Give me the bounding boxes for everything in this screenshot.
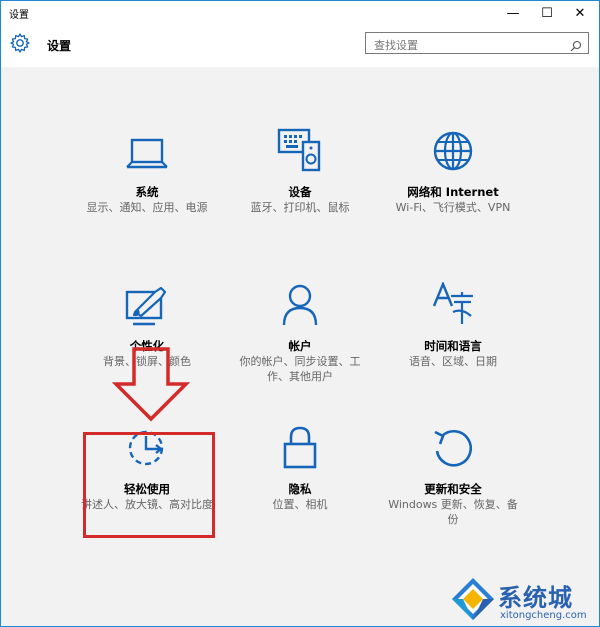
watermark-brand: 系统城 — [498, 584, 573, 612]
tile-desc: 你的帐户、同步设置、工作、其他用户 — [239, 355, 361, 383]
search-placeholder: 查找设置 — [374, 39, 418, 52]
down-arrow-annotation — [111, 346, 191, 426]
personalization-icon — [125, 286, 169, 330]
globe-icon — [432, 130, 474, 176]
tile-name: 更新和安全 — [424, 482, 482, 496]
tile-update-security[interactable]: 更新和安全 Windows 更新、恢复、备份 — [387, 425, 519, 527]
tile-desc: 显示、通知、应用、电源 — [86, 201, 208, 214]
tile-name: 帐户 — [288, 339, 312, 353]
watermark-url: xitongcheng.com — [500, 610, 587, 621]
tile-name: 设备 — [288, 185, 312, 199]
watermark: 系统城 xitongcheng.com — [450, 574, 600, 627]
window-title: 设置 — [9, 10, 29, 21]
minimize-button[interactable]: — — [497, 1, 529, 25]
tile-desc: 语音、区域、日期 — [409, 355, 497, 368]
header: 设置 查找设置 — [1, 25, 599, 67]
maximize-button[interactable]: ☐ — [531, 1, 563, 25]
page-title: 设置 — [47, 39, 72, 53]
person-icon — [282, 284, 318, 330]
tile-name: 系统 — [135, 185, 159, 199]
lock-icon — [283, 425, 317, 473]
title-bar[interactable]: 设置 — ☐ ✕ — [1, 1, 599, 25]
tile-name: 时间和语言 — [424, 339, 482, 353]
gear-icon — [9, 32, 31, 58]
tile-time-language[interactable]: 时间和语言 语音、区域、日期 — [387, 280, 519, 369]
highlight-box — [83, 432, 215, 538]
update-icon — [432, 427, 474, 473]
devices-icon — [277, 128, 323, 176]
tile-system[interactable]: 系统 显示、通知、应用、电源 — [81, 128, 213, 215]
search-input[interactable]: 查找设置 — [365, 32, 589, 54]
watermark-logo-icon — [450, 576, 496, 626]
tile-network[interactable]: 网络和 Internet Wi-Fi、飞行模式、VPN — [387, 128, 519, 215]
time-language-icon — [431, 280, 475, 330]
tile-desc: Wi-Fi、飞行模式、VPN — [395, 201, 511, 214]
close-button[interactable]: ✕ — [564, 1, 596, 25]
tile-privacy[interactable]: 隐私 位置、相机 — [234, 425, 366, 512]
tile-desc: 蓝牙、打印机、鼠标 — [250, 201, 350, 214]
tile-name: 隐私 — [288, 482, 312, 496]
tile-devices[interactable]: 设备 蓝牙、打印机、鼠标 — [234, 128, 366, 215]
tile-desc: Windows 更新、恢复、备份 — [388, 498, 518, 526]
tile-desc: 位置、相机 — [272, 498, 328, 511]
tile-accounts[interactable]: 帐户 你的帐户、同步设置、工作、其他用户 — [234, 282, 366, 384]
search-icon[interactable] — [570, 37, 582, 56]
laptop-icon — [125, 136, 169, 176]
tile-name: 网络和 Internet — [407, 185, 499, 199]
